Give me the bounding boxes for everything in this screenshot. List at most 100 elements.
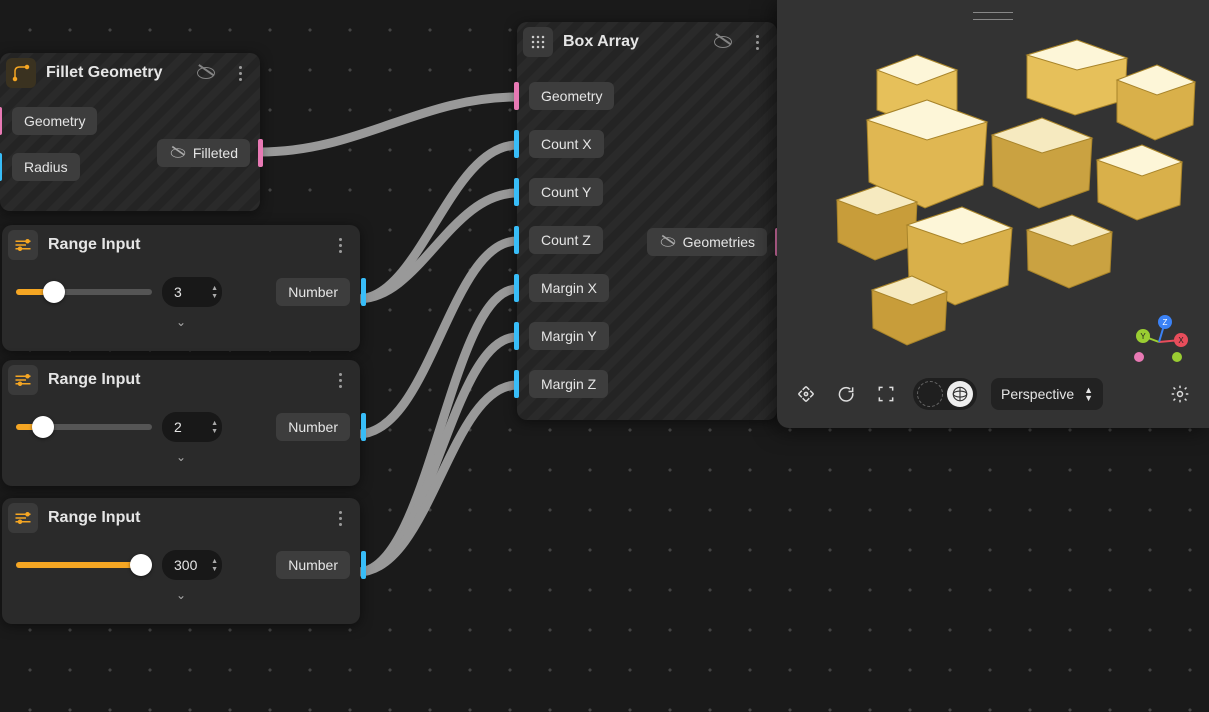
value-text: 3 xyxy=(174,284,182,300)
fillet-icon xyxy=(6,58,36,88)
port-out-handle[interactable] xyxy=(361,278,366,306)
visibility-toggle[interactable] xyxy=(194,61,218,85)
node-canvas[interactable]: Fillet Geometry Geometry Radius Filleted… xyxy=(0,0,1209,712)
visibility-toggle[interactable] xyxy=(711,30,735,54)
range-icon xyxy=(8,365,38,395)
port-out-number: Number xyxy=(276,413,350,441)
port-label: Number xyxy=(288,284,338,300)
port-in-countx[interactable] xyxy=(514,130,519,158)
port-label: Margin Y xyxy=(529,322,609,350)
eye-off-icon xyxy=(197,67,215,79)
port-in-countz[interactable] xyxy=(514,226,519,254)
range-slider[interactable] xyxy=(16,424,152,430)
step-down-icon[interactable]: ▼ xyxy=(211,566,218,573)
node-title: Range Input xyxy=(48,371,318,389)
port-label: Number xyxy=(288,419,338,435)
camera-mode-select[interactable]: Perspective ▲▼ xyxy=(991,378,1103,410)
eye-off-icon xyxy=(660,237,674,247)
node-range-input-2[interactable]: Range Input 2 ▲▼ Number ⌄ xyxy=(2,360,360,486)
port-label: Geometries xyxy=(683,234,755,250)
node-menu-button[interactable] xyxy=(328,506,352,530)
axis-gizmo[interactable]: X Y Z xyxy=(1129,312,1189,372)
port-in-marginy[interactable] xyxy=(514,322,519,350)
node-fillet-geometry[interactable]: Fillet Geometry Geometry Radius Filleted xyxy=(0,53,260,211)
value-text: 300 xyxy=(174,557,197,573)
port-label: Geometry xyxy=(12,107,97,135)
slider-thumb[interactable] xyxy=(43,281,65,303)
node-menu-button[interactable] xyxy=(228,61,252,85)
step-down-icon[interactable]: ▼ xyxy=(211,293,218,300)
range-slider[interactable] xyxy=(16,289,152,295)
port-out-geometries: Geometries xyxy=(647,228,767,256)
node-title: Box Array xyxy=(563,33,701,51)
eye-off-icon xyxy=(714,36,732,48)
stepper[interactable]: ▲▼ xyxy=(211,558,218,573)
port-label: Count Z xyxy=(529,226,603,254)
stepper[interactable]: ▲▼ xyxy=(211,285,218,300)
node-title: Range Input xyxy=(48,236,318,254)
range-icon xyxy=(8,503,38,533)
port-label: Radius xyxy=(12,153,80,181)
node-box-array[interactable]: Box Array Geometry Count X Count Y Count… xyxy=(517,22,777,420)
viewport-panel[interactable]: X Y Z Perspective ▲▼ xyxy=(777,0,1209,428)
port-label: Filleted xyxy=(193,145,238,161)
eye-off-icon xyxy=(171,148,185,158)
port-label: Number xyxy=(288,557,338,573)
chevron-down-icon: ⌄ xyxy=(176,315,186,329)
port-out-number: Number xyxy=(276,551,350,579)
port-in-marginz[interactable] xyxy=(514,370,519,398)
value-input[interactable]: 300 ▲▼ xyxy=(162,550,222,580)
step-up-icon[interactable]: ▲ xyxy=(211,558,218,565)
step-up-icon[interactable]: ▲ xyxy=(211,285,218,292)
slider-thumb[interactable] xyxy=(130,554,152,576)
node-menu-button[interactable] xyxy=(328,233,352,257)
port-label: Count Y xyxy=(529,178,603,206)
box-array-icon xyxy=(523,27,553,57)
range-slider[interactable] xyxy=(16,562,152,568)
expand-button[interactable]: ⌄ xyxy=(2,584,360,610)
slider-fill xyxy=(16,562,141,568)
port-label: Geometry xyxy=(529,82,614,110)
node-range-input-1[interactable]: Range Input 3 ▲▼ Number ⌄ xyxy=(2,225,360,351)
step-up-icon[interactable]: ▲ xyxy=(211,420,218,427)
settings-button[interactable] xyxy=(1167,381,1193,407)
chevron-down-icon: ⌄ xyxy=(176,588,186,602)
node-title: Fillet Geometry xyxy=(46,64,184,82)
expand-button[interactable]: ⌄ xyxy=(2,446,360,472)
port-out-number: Number xyxy=(276,278,350,306)
node-menu-button[interactable] xyxy=(745,30,769,54)
frame-button[interactable] xyxy=(873,381,899,407)
reset-view-button[interactable] xyxy=(833,381,859,407)
slider-thumb[interactable] xyxy=(32,416,54,438)
port-in-geometry[interactable] xyxy=(0,107,2,135)
value-input[interactable]: 3 ▲▼ xyxy=(162,277,222,307)
port-out-handle[interactable] xyxy=(361,551,366,579)
value-input[interactable]: 2 ▲▼ xyxy=(162,412,222,442)
expand-button[interactable]: ⌄ xyxy=(2,311,360,337)
dots-icon xyxy=(339,238,342,253)
port-in-radius[interactable] xyxy=(0,153,2,181)
port-in-geometry[interactable] xyxy=(514,82,519,110)
camera-mode-label: Perspective xyxy=(1001,386,1074,402)
port-in-marginx[interactable] xyxy=(514,274,519,302)
port-out-handle[interactable] xyxy=(361,413,366,441)
port-label: Count X xyxy=(529,130,604,158)
port-out-handle[interactable] xyxy=(258,139,263,167)
wireframe-icon xyxy=(917,381,943,407)
node-range-input-3[interactable]: Range Input 300 ▲▼ Number ⌄ xyxy=(2,498,360,624)
range-icon xyxy=(8,230,38,260)
stepper[interactable]: ▲▼ xyxy=(211,420,218,435)
value-text: 2 xyxy=(174,419,182,435)
shading-toggle[interactable] xyxy=(913,378,977,410)
port-label: Margin X xyxy=(529,274,609,302)
chevron-down-icon: ⌄ xyxy=(176,450,186,464)
node-menu-button[interactable] xyxy=(328,368,352,392)
dots-icon xyxy=(339,511,342,526)
dots-icon xyxy=(339,373,342,388)
viewport-toolbar: Perspective ▲▼ xyxy=(777,378,1209,410)
axis-x-label: X xyxy=(1178,336,1184,345)
orbit-button[interactable] xyxy=(793,381,819,407)
step-down-icon[interactable]: ▼ xyxy=(211,428,218,435)
port-in-county[interactable] xyxy=(514,178,519,206)
solid-icon xyxy=(947,381,973,407)
